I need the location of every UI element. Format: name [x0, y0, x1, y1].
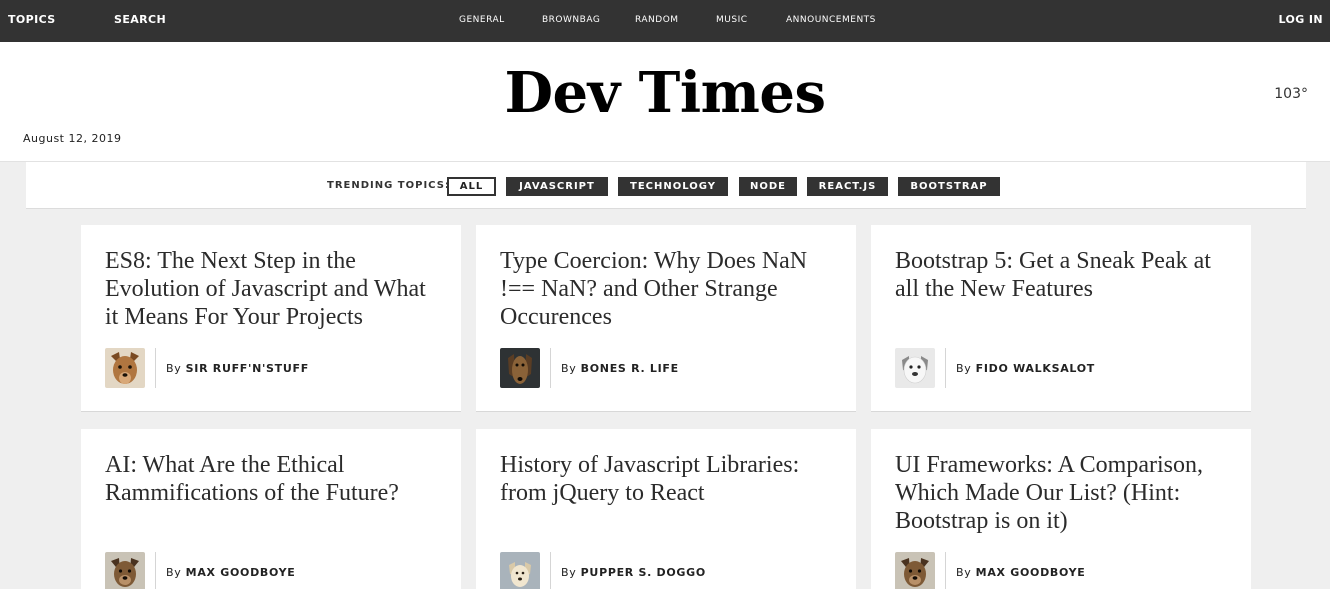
author-name[interactable]: BONES R. LIFE: [581, 362, 679, 375]
author-byline[interactable]: By FIDO WALKSALOT: [956, 362, 1095, 375]
article-title[interactable]: ES8: The Next Step in the Evolution of J…: [105, 247, 443, 331]
top-navbar: TOPICS SEARCH GENERAL BROWNBAG RANDOM MU…: [0, 0, 1330, 42]
author-avatar: [105, 552, 145, 589]
byline-prefix: By: [561, 566, 577, 579]
dog-photo-icon: [105, 348, 145, 388]
article-card[interactable]: History of Javascript Libraries: from jQ…: [476, 429, 856, 589]
site-title[interactable]: Dev Times: [0, 60, 1330, 126]
topic-tag-node[interactable]: NODE: [739, 177, 797, 196]
author-avatar: [500, 348, 540, 388]
article-card[interactable]: Bootstrap 5: Get a Sneak Peak at all the…: [871, 225, 1251, 412]
author-avatar: [500, 552, 540, 589]
nav-section-brownbag[interactable]: BROWNBAG: [542, 0, 600, 42]
article-title[interactable]: Bootstrap 5: Get a Sneak Peak at all the…: [895, 247, 1233, 303]
avatar-divider: [155, 552, 156, 589]
author-name[interactable]: FIDO WALKSALOT: [976, 362, 1095, 375]
temperature-readout: 103°: [1274, 86, 1308, 102]
nav-section-music[interactable]: MUSIC: [716, 0, 748, 42]
article-title[interactable]: Type Coercion: Why Does NaN !== NaN? and…: [500, 247, 838, 331]
avatar-divider: [155, 348, 156, 388]
dog-photo-icon: [500, 552, 540, 589]
trending-topics-bar: TRENDING TOPICS: ALL JAVASCRIPT TECHNOLO…: [26, 162, 1306, 209]
byline-prefix: By: [166, 566, 182, 579]
author-name[interactable]: MAX GOODBOYE: [976, 566, 1086, 579]
topic-tag-all[interactable]: ALL: [447, 177, 496, 196]
article-card[interactable]: AI: What Are the Ethical Rammifications …: [81, 429, 461, 589]
topic-tag-reactjs[interactable]: REACT.JS: [807, 177, 888, 196]
topic-tag-bootstrap[interactable]: BOOTSTRAP: [898, 177, 1000, 196]
login-link[interactable]: LOG IN: [1278, 0, 1323, 42]
byline-prefix: By: [956, 362, 972, 375]
dog-photo-icon: [105, 552, 145, 589]
dog-photo-icon: [895, 552, 935, 589]
avatar-divider: [550, 552, 551, 589]
article-title[interactable]: History of Javascript Libraries: from jQ…: [500, 451, 838, 507]
dog-photo-icon: [500, 348, 540, 388]
nav-section-random[interactable]: RANDOM: [635, 0, 679, 42]
topic-tag-javascript[interactable]: JAVASCRIPT: [506, 177, 608, 196]
author-avatar: [895, 552, 935, 589]
nav-topics-link[interactable]: TOPICS: [8, 0, 56, 42]
author-byline[interactable]: By MAX GOODBOYE: [166, 566, 296, 579]
article-card[interactable]: ES8: The Next Step in the Evolution of J…: [81, 225, 461, 412]
byline-prefix: By: [166, 362, 182, 375]
current-date: August 12, 2019: [23, 132, 122, 145]
trending-topics-label: TRENDING TOPICS:: [327, 180, 450, 191]
author-byline[interactable]: By BONES R. LIFE: [561, 362, 679, 375]
author-byline[interactable]: By MAX GOODBOYE: [956, 566, 1086, 579]
topic-tag-technology[interactable]: TECHNOLOGY: [618, 177, 728, 196]
avatar-divider: [550, 348, 551, 388]
nav-section-announcements[interactable]: ANNOUNCEMENTS: [786, 0, 876, 42]
article-title[interactable]: AI: What Are the Ethical Rammifications …: [105, 451, 443, 507]
author-name[interactable]: MAX GOODBOYE: [186, 566, 296, 579]
byline-prefix: By: [956, 566, 972, 579]
avatar-divider: [945, 552, 946, 589]
article-card[interactable]: UI Frameworks: A Comparison, Which Made …: [871, 429, 1251, 589]
author-byline[interactable]: By SIR RUFF'N'STUFF: [166, 362, 309, 375]
dog-photo-icon: [895, 348, 935, 388]
author-avatar: [105, 348, 145, 388]
article-title[interactable]: UI Frameworks: A Comparison, Which Made …: [895, 451, 1233, 535]
byline-prefix: By: [561, 362, 577, 375]
author-name[interactable]: SIR RUFF'N'STUFF: [186, 362, 309, 375]
author-avatar: [895, 348, 935, 388]
author-name[interactable]: PUPPER S. DOGGO: [581, 566, 706, 579]
avatar-divider: [945, 348, 946, 388]
nav-search-link[interactable]: SEARCH: [114, 0, 166, 42]
article-card[interactable]: Type Coercion: Why Does NaN !== NaN? and…: [476, 225, 856, 412]
masthead: Dev Times August 12, 2019 103°: [0, 42, 1330, 162]
author-byline[interactable]: By PUPPER S. DOGGO: [561, 566, 706, 579]
nav-section-general[interactable]: GENERAL: [459, 0, 505, 42]
